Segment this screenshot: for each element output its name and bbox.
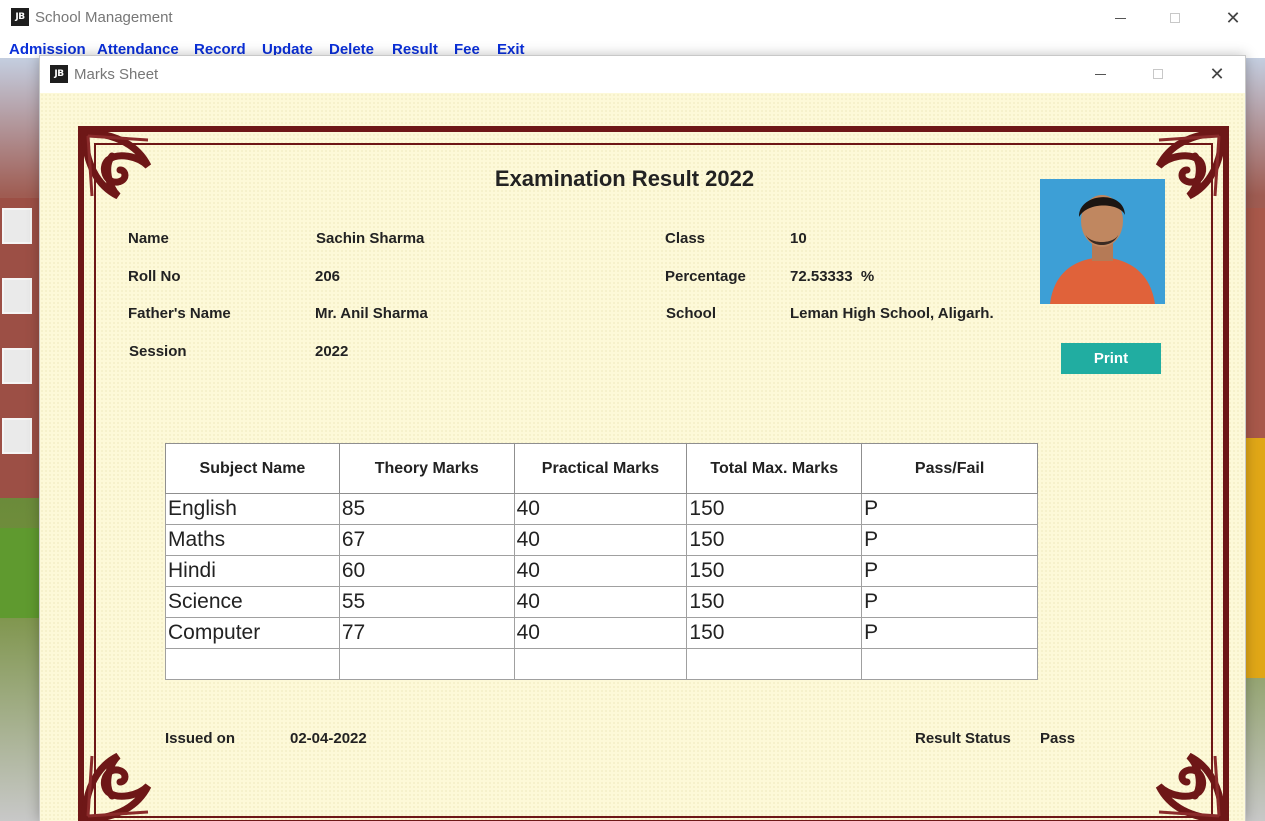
table-cell[interactable]: Science — [165, 586, 340, 618]
table-cell[interactable]: P — [861, 524, 1038, 556]
table-cell[interactable]: 40 — [513, 555, 688, 587]
main-titlebar: JB School Management ✕ — [0, 0, 1265, 36]
percentage-label: Percentage — [665, 268, 746, 285]
building-window — [2, 418, 32, 454]
table-cell[interactable]: Maths — [165, 524, 340, 556]
table-cell[interactable]: 67 — [338, 524, 515, 556]
table-cell[interactable] — [861, 648, 1038, 680]
issued-on-value: 02-04-2022 — [290, 730, 367, 747]
table-cell[interactable] — [513, 648, 688, 680]
table-cell[interactable]: English — [165, 493, 340, 525]
column-header[interactable]: Subject Name — [165, 443, 340, 494]
table-cell[interactable]: 40 — [513, 524, 688, 556]
column-header[interactable]: Practical Marks — [513, 443, 688, 494]
marks-table: Subject Name Theory Marks Practical Mark… — [165, 443, 1038, 680]
table-cell[interactable]: 150 — [686, 555, 863, 587]
table-cell[interactable]: 150 — [686, 493, 863, 525]
table-cell[interactable] — [338, 648, 515, 680]
maximize-icon[interactable] — [1135, 56, 1181, 92]
table-cell[interactable]: 60 — [338, 555, 515, 587]
print-button[interactable]: Print — [1061, 343, 1161, 374]
app-icon: JB — [50, 65, 68, 83]
table-cell[interactable]: P — [861, 555, 1038, 587]
table-header-row: Subject Name Theory Marks Practical Mark… — [165, 443, 1038, 494]
column-header[interactable]: Total Max. Marks — [686, 443, 863, 494]
table-cell[interactable]: 150 — [686, 524, 863, 556]
table-cell[interactable]: 55 — [338, 586, 515, 618]
school-value: Leman High School, Aligarh. — [790, 305, 994, 322]
result-status-label: Result Status — [915, 730, 1011, 747]
father-name-label: Father's Name — [128, 305, 231, 322]
table-row[interactable]: Maths 67 40 150 P — [165, 524, 1038, 556]
building-image — [0, 198, 40, 498]
table-cell[interactable]: Computer — [165, 617, 340, 649]
table-cell[interactable]: 40 — [513, 617, 688, 649]
minimize-icon[interactable] — [1097, 0, 1143, 36]
table-cell[interactable] — [686, 648, 863, 680]
table-cell[interactable]: Hindi — [165, 555, 340, 587]
ornament-corner-icon — [80, 752, 152, 821]
table-cell[interactable]: 150 — [686, 586, 863, 618]
result-status-value: Pass — [1040, 730, 1076, 747]
table-cell[interactable]: 85 — [338, 493, 515, 525]
person-avatar-icon — [1040, 179, 1165, 304]
table-cell[interactable]: P — [861, 493, 1038, 525]
name-label: Name — [128, 230, 169, 247]
grass-image — [0, 528, 40, 618]
session-label: Session — [129, 343, 187, 360]
column-header[interactable]: Pass/Fail — [861, 443, 1038, 494]
bus-image — [1245, 438, 1265, 678]
table-row[interactable]: Science 55 40 150 P — [165, 586, 1038, 618]
building-window — [2, 348, 32, 384]
table-cell[interactable]: 40 — [513, 586, 688, 618]
column-header[interactable]: Theory Marks — [338, 443, 515, 494]
roll-label: Roll No — [128, 268, 181, 285]
maximize-icon[interactable] — [1152, 0, 1198, 36]
percentage-value: 72.53333 % — [790, 268, 875, 285]
name-value: Sachin Sharma — [316, 230, 425, 247]
class-label: Class — [665, 230, 706, 247]
father-name-value: Mr. Anil Sharma — [315, 305, 428, 322]
table-cell[interactable]: 150 — [686, 617, 863, 649]
close-icon[interactable]: ✕ — [1194, 56, 1240, 92]
class-value: 10 — [790, 230, 807, 247]
building-window — [2, 208, 32, 244]
ornament-corner-icon — [1155, 752, 1227, 821]
building-window — [2, 278, 32, 314]
student-photo — [1040, 179, 1165, 304]
marks-sheet-window: JB Marks Sheet ✕ Examination Result 2022… — [39, 55, 1246, 821]
school-label: School — [666, 305, 717, 322]
table-row[interactable] — [165, 648, 1038, 680]
minimize-icon[interactable] — [1077, 56, 1123, 92]
table-row[interactable]: Computer 77 40 150 P — [165, 617, 1038, 649]
roll-value: 206 — [315, 268, 341, 285]
table-row[interactable]: Hindi 60 40 150 P — [165, 555, 1038, 587]
table-cell[interactable]: 77 — [338, 617, 515, 649]
table-cell[interactable]: P — [861, 617, 1038, 649]
table-row[interactable]: English 85 40 150 P — [165, 493, 1038, 525]
child-window-title: Marks Sheet — [74, 66, 159, 83]
child-titlebar: JB Marks Sheet ✕ — [40, 56, 1245, 93]
table-cell[interactable]: 40 — [513, 493, 688, 525]
issued-on-label: Issued on — [165, 730, 236, 747]
session-value: 2022 — [315, 343, 349, 360]
main-window-title: School Management — [35, 9, 173, 26]
table-cell[interactable] — [165, 648, 340, 680]
close-icon[interactable]: ✕ — [1210, 0, 1256, 36]
table-cell[interactable]: P — [861, 586, 1038, 618]
certificate-area: Examination Result 2022 Name Sachin Shar… — [40, 93, 1245, 821]
app-icon: JB — [11, 8, 29, 26]
